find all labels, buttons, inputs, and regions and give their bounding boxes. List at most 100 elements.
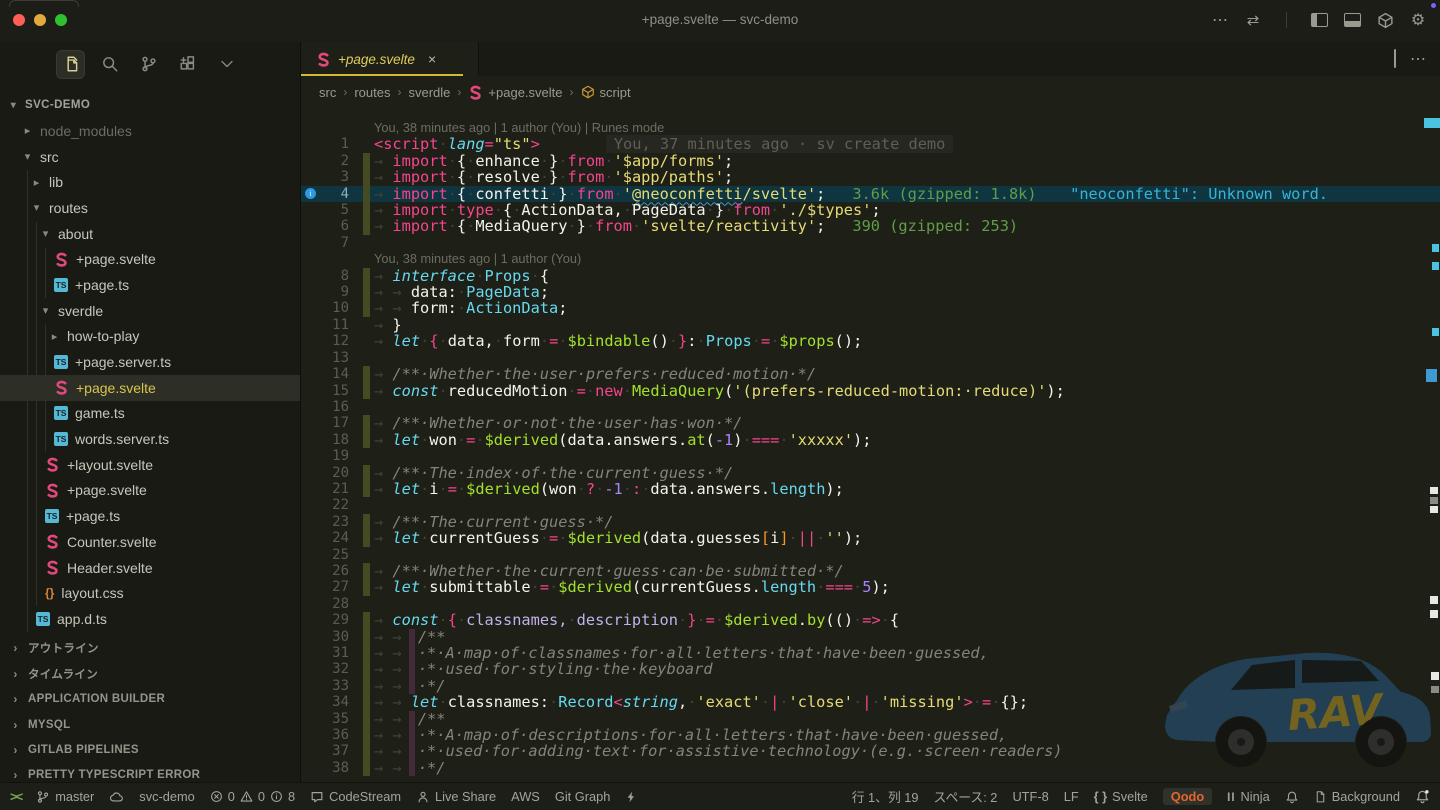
codestream-icon (310, 790, 324, 804)
git-added-indicator (363, 743, 370, 759)
breadcrumb: src›routes›sverdle›+page.svelte›script (301, 76, 1440, 108)
workbench: ▾ SVC-DEMO ▸node_modules▾src▸lib▾routes▾… (0, 42, 1440, 783)
gear-icon[interactable]: ⚙ (1408, 9, 1428, 31)
cube-icon[interactable] (1375, 9, 1395, 31)
svelte-icon (45, 560, 60, 575)
tab-label: +page.svelte (338, 52, 415, 67)
codelens[interactable]: You, 38 minutes ago | 1 author (You) (301, 251, 1440, 267)
statusbar-git-branch[interactable]: master (36, 789, 94, 804)
more-icon[interactable]: ⋯ (1410, 49, 1426, 69)
breadcrumb-item[interactable]: +page.svelte (468, 85, 562, 100)
activity-source-control[interactable] (135, 51, 162, 78)
line-number: 5 (301, 202, 349, 218)
sidebar-section[interactable]: ›MYSQL (0, 712, 300, 737)
tree-item[interactable]: TS+page.ts (0, 503, 300, 529)
code-line: 8→ interface·Props·{ (301, 268, 1440, 284)
statusbar-cursor-position[interactable]: 行 1、列 19 (852, 787, 919, 806)
titlebar: +page.svelte — svc-demo ⋯⇄⚙ (0, 0, 1440, 42)
activity-extensions[interactable] (174, 51, 201, 78)
line-number: 16 (301, 399, 349, 415)
css-icon: {} (45, 586, 54, 600)
statusbar-codestream[interactable]: CodeStream (310, 789, 401, 804)
sidebar-section[interactable]: ›GITLAB PIPELINES (0, 737, 300, 762)
git-added-indicator (363, 645, 370, 661)
line-number: 34 (301, 694, 349, 710)
statusbar-language-mode[interactable]: { }Svelte (1094, 789, 1148, 804)
breadcrumb-item[interactable]: src (319, 85, 336, 100)
divider-icon (1276, 9, 1296, 31)
activity-search[interactable] (96, 51, 123, 78)
statusbar-aws[interactable]: AWS (511, 789, 540, 804)
sidebar-section[interactable]: ›APPLICATION BUILDER (0, 687, 300, 712)
statusbar-eol[interactable]: LF (1064, 789, 1079, 804)
statusbar-background-ext[interactable]: Background (1314, 789, 1400, 804)
chevron-right-icon: › (570, 85, 574, 99)
statusbar-remote-indicator[interactable]: >< (10, 789, 21, 804)
statusbar-indentation[interactable]: スペース: 2 (934, 787, 998, 806)
tree-item[interactable]: ▾src (0, 144, 300, 170)
split-icon[interactable] (1394, 50, 1396, 68)
tree-item[interactable]: Header.svelte (0, 555, 300, 581)
line-number: 36 (301, 727, 349, 743)
activity-files[interactable] (57, 51, 84, 78)
tree-item[interactable]: ▾routes (0, 195, 300, 221)
branch-icon (36, 790, 50, 804)
swap-icon[interactable]: ⇄ (1243, 9, 1263, 31)
tree-item[interactable]: +layout.svelte (0, 452, 300, 478)
file-icon (1314, 790, 1327, 804)
layout-panel-icon[interactable] (1342, 9, 1362, 31)
tree-item[interactable]: {}layout.css (0, 580, 300, 606)
git-added-indicator (363, 711, 370, 727)
activity-chevron-down[interactable] (213, 51, 240, 78)
code-line: 14→ /**·Whether·the·user·prefers·reduced… (301, 366, 1440, 382)
svelte-icon (316, 52, 331, 67)
tree-item[interactable]: ▸lib (0, 169, 300, 195)
vscode-window: { "window": { "title": "+page.svelte — s… (0, 0, 1440, 810)
tree-item[interactable]: ▾about (0, 221, 300, 247)
layout-sidebar-icon[interactable] (1309, 9, 1329, 31)
git-blame-annotation: You, 37 minutes ago · sv create demo (606, 135, 954, 153)
breadcrumb-item[interactable]: routes (354, 85, 390, 100)
line-number: 18 (301, 432, 349, 448)
statusbar-project-name[interactable]: svc-demo (139, 789, 194, 804)
git-added-indicator (363, 415, 370, 431)
comment-guide (409, 645, 415, 661)
statusbar-publish[interactable] (109, 790, 124, 804)
statusbar-notifications[interactable] (1415, 789, 1430, 804)
indent-guide (45, 248, 46, 298)
code-line: 34→ → let·classnames:·Record<string,·'ex… (301, 694, 1440, 710)
line-number: 1 (301, 136, 349, 152)
statusbar-alarm[interactable] (1285, 790, 1299, 804)
tree-item[interactable]: ▸node_modules (0, 118, 300, 144)
line-number: 32 (301, 661, 349, 677)
tree-item[interactable]: ▾sverdle (0, 298, 300, 324)
statusbar-qodo[interactable]: Qodo (1163, 788, 1212, 805)
statusbar-live-share[interactable]: Live Share (416, 789, 496, 804)
breadcrumb-item[interactable]: sverdle (408, 85, 450, 100)
statusbar-ninja[interactable]: IINinja (1227, 789, 1270, 804)
chevron-right-icon: › (343, 85, 347, 99)
tab-+page.svelte[interactable]: +page.svelte × (301, 42, 479, 76)
code-editor[interactable]: RAV You, 38 minutes ago | 1 author (You)… (301, 108, 1440, 783)
breadcrumb-item[interactable]: script (581, 85, 631, 100)
sidebar-section[interactable]: ›アウトライン (0, 636, 300, 661)
close-icon[interactable]: × (428, 51, 436, 67)
tree-item[interactable]: +page.svelte (0, 478, 300, 504)
statusbar-bolt[interactable] (625, 790, 637, 804)
editor-actions: ⋯ (1394, 42, 1426, 76)
statusbar-git-graph[interactable]: Git Graph (555, 789, 610, 804)
tree-item[interactable]: TSapp.d.ts (0, 606, 300, 632)
codelens[interactable]: You, 38 minutes ago | 1 author (You) | R… (301, 120, 1440, 136)
line-number: 9 (301, 284, 349, 300)
explorer-header[interactable]: ▾ SVC-DEMO (0, 92, 300, 118)
git-added-indicator (363, 432, 370, 448)
problems-indicator[interactable]: 0 0 8 (210, 789, 295, 804)
statusbar-encoding[interactable]: UTF-8 (1012, 789, 1048, 804)
tree-item[interactable]: Counter.svelte (0, 529, 300, 555)
more-icon[interactable]: ⋯ (1210, 9, 1230, 31)
git-added-indicator (363, 629, 370, 645)
sidebar-section[interactable]: ›タイムライン (0, 661, 300, 686)
ts-icon: TS (54, 406, 68, 420)
code-line: 9→ → data:·PageData; (301, 284, 1440, 300)
line-number: 31 (301, 645, 349, 661)
